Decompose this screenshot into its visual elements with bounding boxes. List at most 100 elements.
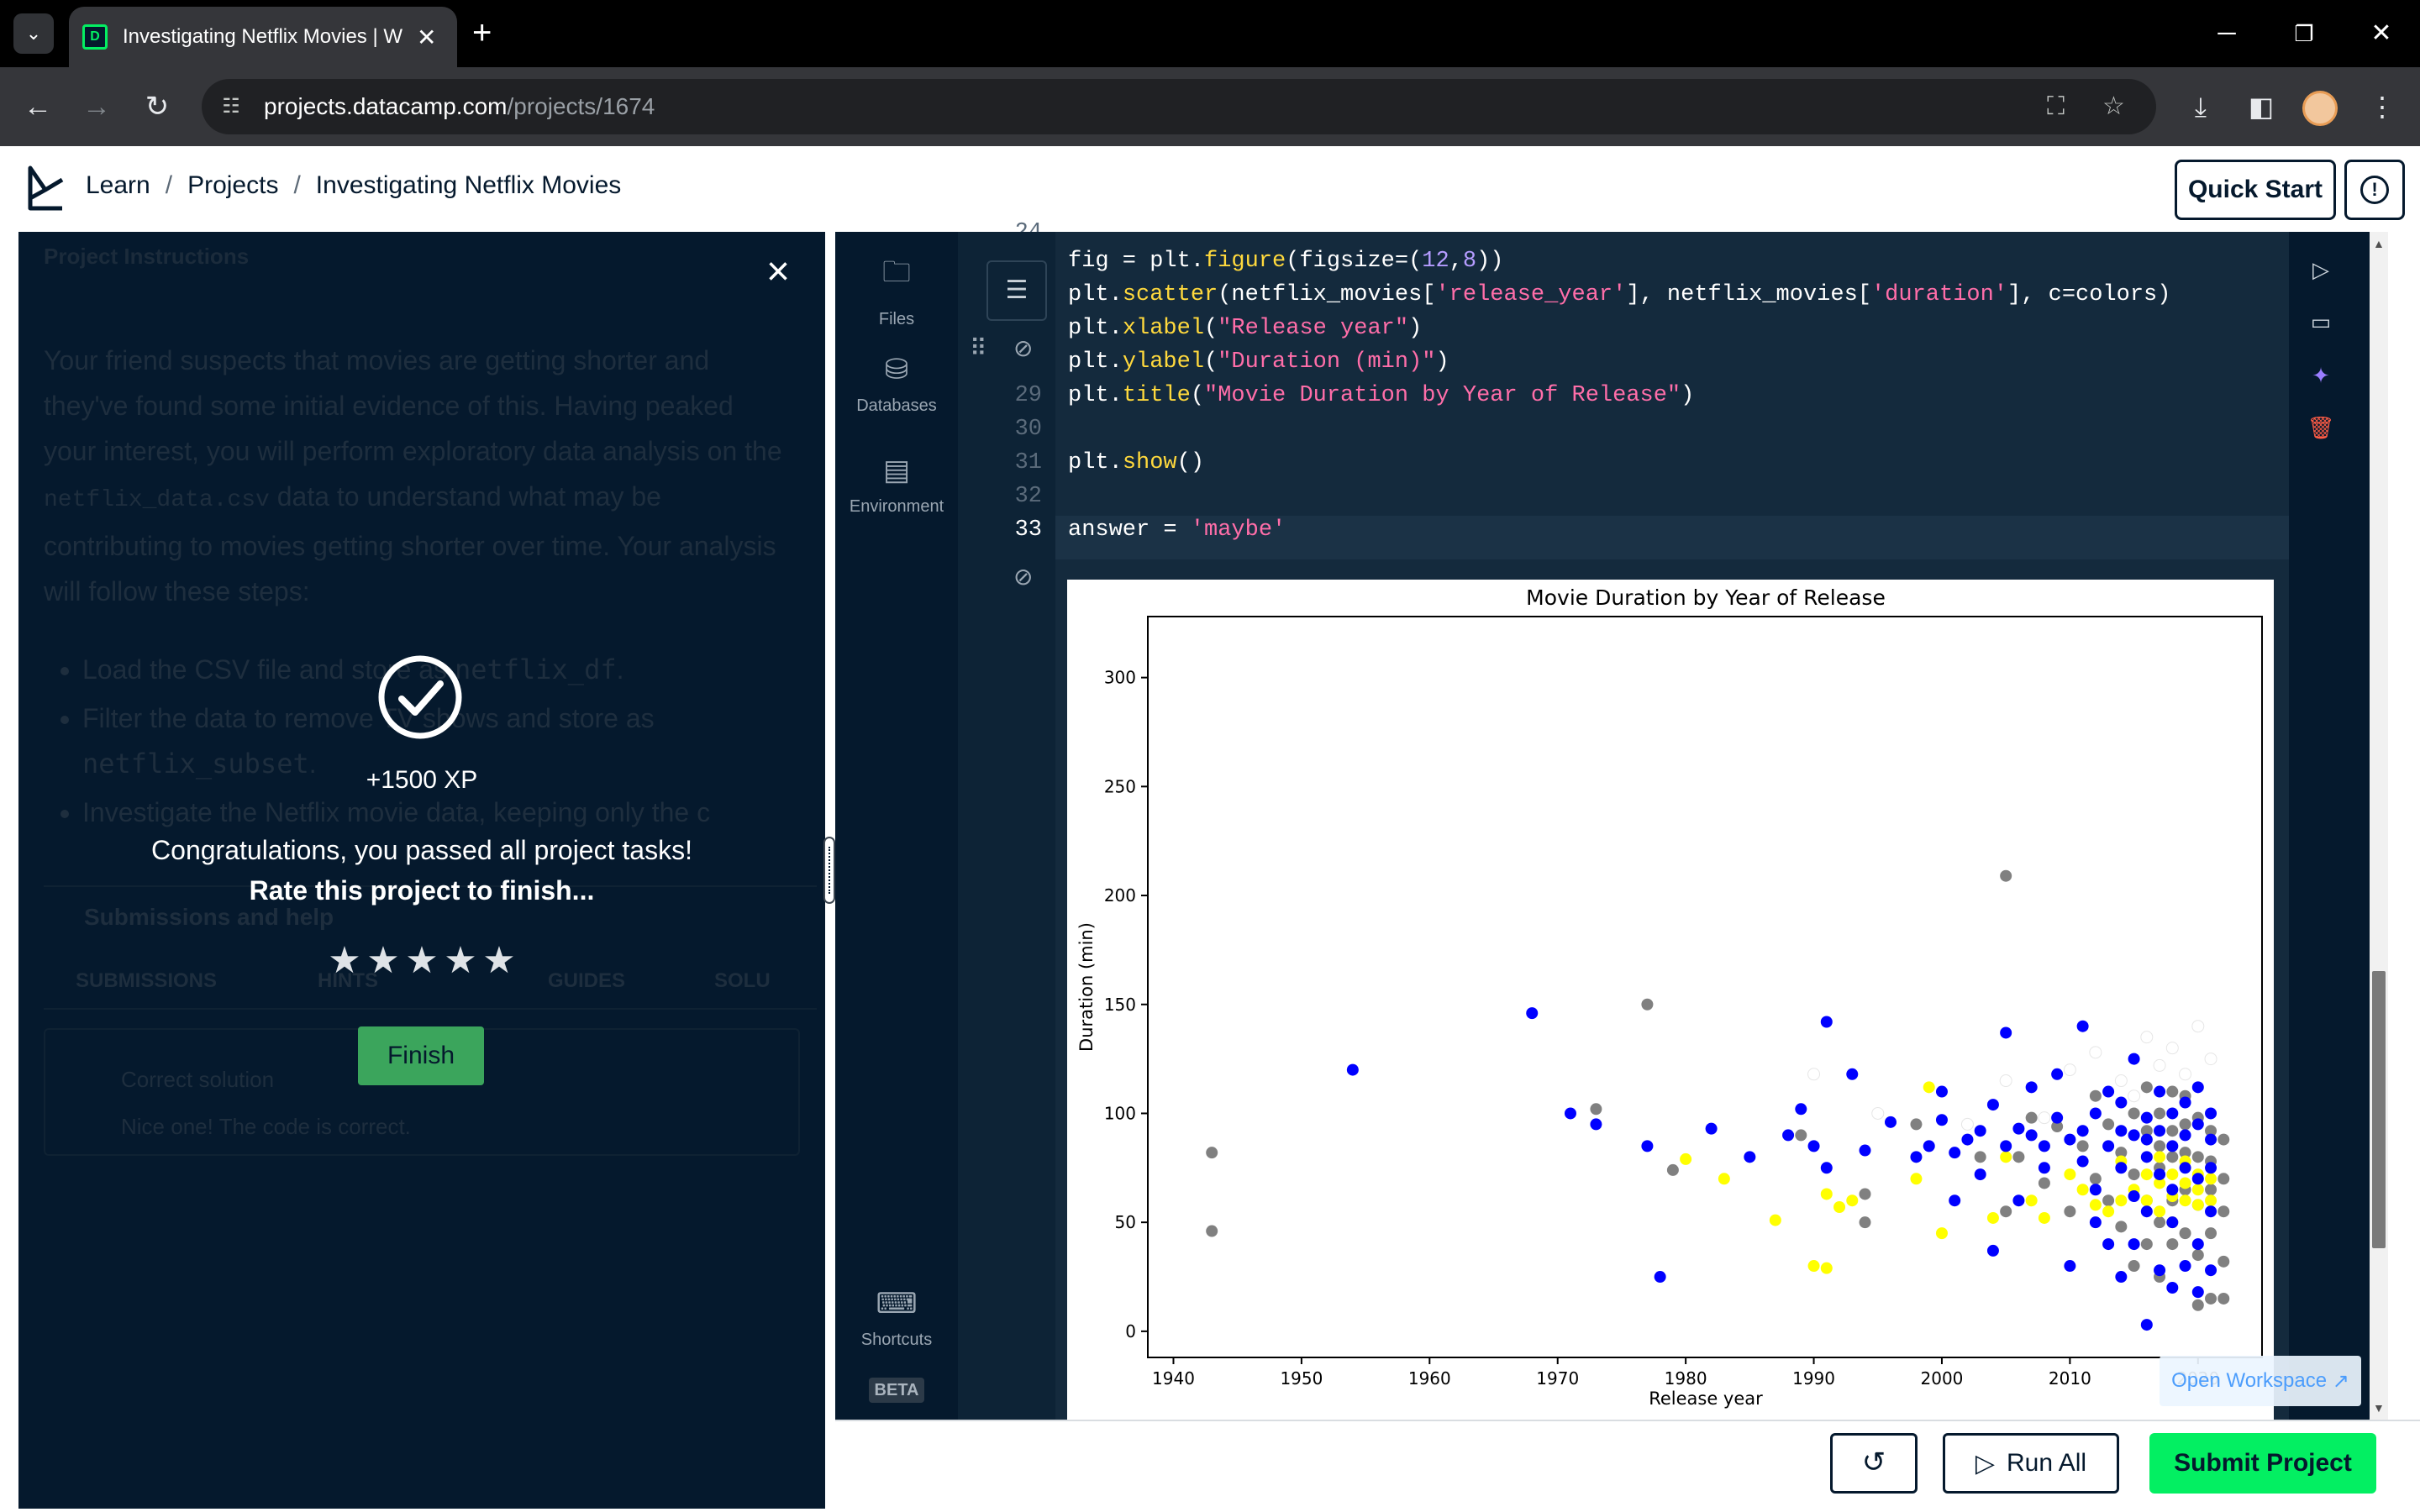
scrollbar-thumb[interactable] (2372, 971, 2386, 1248)
line-number: 32 (1014, 484, 1042, 509)
data-point-blue (2076, 1155, 2089, 1168)
url-path: /projects/1674 (507, 93, 655, 119)
code-line[interactable]: answer = 'maybe' (1068, 517, 1286, 543)
cell-outline-icon[interactable]: ☰ (986, 260, 1047, 321)
data-point-blue (2140, 1205, 2153, 1218)
data-point-gray (2154, 1216, 2166, 1229)
data-point-blue (1974, 1168, 1986, 1181)
data-point-blue (2205, 1107, 2217, 1120)
panel-resize-handle[interactable] (823, 837, 835, 904)
bookmark-star-icon[interactable]: ☆ (2102, 91, 2125, 123)
sidebar-item-files[interactable]: 🗀 Files (835, 252, 958, 329)
scroll-down-icon[interactable]: ▼ (2373, 1401, 2385, 1415)
back-arrow-icon[interactable]: ← (18, 87, 57, 126)
browser-menu-icon[interactable]: ⋮ (2363, 87, 2402, 126)
tab-close-icon[interactable]: ✕ (417, 24, 436, 51)
datacamp-favicon-icon: D (82, 24, 108, 50)
modal-close-icon[interactable]: × (760, 252, 797, 292)
side-panel-icon[interactable]: ◧ (2242, 87, 2281, 126)
browser-toolbar: ← → ↻ ☷ projects.datacamp.com/projects/1… (0, 67, 2420, 146)
code-line[interactable]: plt.xlabel("Release year") (1068, 316, 1422, 341)
comment-icon[interactable]: ▭ (2289, 309, 2353, 335)
submit-project-button[interactable]: Submit Project (2149, 1433, 2376, 1494)
run-cell-icon[interactable]: ▷ (2289, 257, 2353, 283)
hide-code-icon[interactable]: ⊘ (1013, 334, 1033, 362)
star-icon[interactable]: ★ (444, 942, 477, 979)
tab-guides[interactable]: GUIDES (548, 969, 625, 993)
star-icon[interactable]: ★ (482, 942, 516, 979)
open-workspace-link[interactable]: Open Workspace ↗ (2160, 1356, 2361, 1406)
breadcrumb-learn[interactable]: Learn (86, 171, 150, 200)
reload-icon[interactable]: ↻ (138, 87, 176, 126)
star-icon[interactable]: ★ (405, 942, 439, 979)
hide-output-icon[interactable]: ⊘ (1013, 563, 1033, 591)
data-point-white (2191, 1020, 2205, 1033)
star-icon[interactable]: ★ (328, 942, 361, 979)
code-line[interactable]: fig = plt.figure(figsize=(12,8)) (1068, 249, 1504, 274)
data-point-yellow (2089, 1199, 2102, 1211)
drag-handle-icon[interactable]: ⠿ (970, 334, 987, 362)
data-point-blue (2191, 1286, 2204, 1299)
ai-sparkle-icon[interactable]: ✦ (2289, 363, 2353, 389)
line-number: 29 (1014, 383, 1042, 408)
tab-search-chevron-icon[interactable]: ⌄ (13, 13, 54, 54)
submission-title: Correct solution (121, 1067, 275, 1092)
new-tab-plus-icon[interactable]: + (472, 12, 492, 54)
code-line[interactable]: plt.scatter(netflix_movies['release_year… (1068, 282, 2170, 307)
data-point-white (2089, 1046, 2102, 1059)
data-point-blue (2025, 1081, 2038, 1094)
star-icon[interactable]: ★ (366, 942, 400, 979)
scatter-plot: Movie Duration by Year of Release 1940 19… (1076, 585, 2263, 1409)
data-point-blue (2154, 1085, 2166, 1098)
breadcrumb-projects[interactable]: Projects (187, 171, 278, 200)
address-bar[interactable]: ☷ projects.datacamp.com/projects/1674 ⛶ … (202, 79, 2156, 134)
delete-cell-icon[interactable]: 🗑 (2289, 415, 2353, 441)
datacamp-logo-icon[interactable] (25, 165, 67, 212)
cell-output: Movie Duration by Year of Release 1940 19… (1067, 580, 2274, 1420)
data-point-yellow (1680, 1152, 1692, 1165)
quick-start-button[interactable]: Quick Start (2175, 160, 2336, 220)
sidebar-item-shortcuts[interactable]: ⌨ Shortcuts (835, 1287, 958, 1350)
data-point-blue (2076, 1125, 2089, 1137)
x-axis-label: Release year (1649, 1389, 1763, 1409)
editor-scrollbar[interactable]: ▲ ▼ (2370, 232, 2388, 1420)
profile-avatar[interactable] (2302, 91, 2338, 126)
forward-arrow-icon[interactable]: → (77, 87, 116, 126)
code-line[interactable]: plt.ylabel("Duration (min)") (1068, 349, 1449, 375)
sidebar-item-environment[interactable]: ▤ Environment (835, 454, 958, 517)
run-all-label: Run All (2007, 1449, 2087, 1477)
data-point-blue (2038, 1162, 2050, 1174)
info-button[interactable]: ! (2344, 160, 2405, 220)
data-point-gray (2089, 1089, 2102, 1102)
reset-button[interactable]: ↺ (1830, 1433, 1918, 1494)
run-all-button[interactable]: ▷ Run All (1943, 1433, 2119, 1494)
browser-tab[interactable]: D Investigating Netflix Movies | W ✕ (69, 7, 457, 67)
code-line[interactable]: plt.show() (1068, 450, 1204, 475)
data-point-blue (2205, 1133, 2217, 1146)
x-tick-label: 1950 (1280, 1368, 1323, 1389)
data-point-white (1871, 1106, 1885, 1120)
translate-icon[interactable]: ⛶ (2047, 91, 2065, 123)
site-settings-icon[interactable]: ☷ (217, 92, 245, 121)
tab-solution[interactable]: SOLU (714, 969, 771, 993)
data-point-gray (2179, 1118, 2191, 1131)
data-point-gray (1641, 998, 1654, 1011)
download-icon[interactable]: ⤓ (2181, 87, 2220, 126)
y-tick-label: 50 (1115, 1212, 1136, 1232)
data-point-yellow (1846, 1194, 1859, 1207)
code-line[interactable]: plt.title("Movie Duration by Year of Rel… (1068, 383, 1694, 408)
scroll-up-icon[interactable]: ▲ (2373, 237, 2385, 250)
data-point-gray (2000, 1205, 2012, 1218)
info-icon: ! (2360, 176, 2389, 204)
window-close-icon[interactable]: ✕ (2356, 13, 2407, 54)
tab-submissions[interactable]: SUBMISSIONS (76, 969, 217, 993)
minimize-icon[interactable]: ─ (2202, 13, 2252, 54)
data-point-gray (2179, 1227, 2191, 1240)
sidebar-item-databases[interactable]: ⛁ Databases (835, 353, 958, 416)
data-point-yellow (1820, 1188, 1833, 1200)
data-point-yellow (2115, 1194, 2128, 1207)
restore-icon[interactable]: ❐ (2279, 13, 2329, 54)
data-point-blue (1705, 1122, 1718, 1135)
finish-button[interactable]: Finish (358, 1026, 484, 1085)
data-point-gray (2064, 1205, 2076, 1218)
